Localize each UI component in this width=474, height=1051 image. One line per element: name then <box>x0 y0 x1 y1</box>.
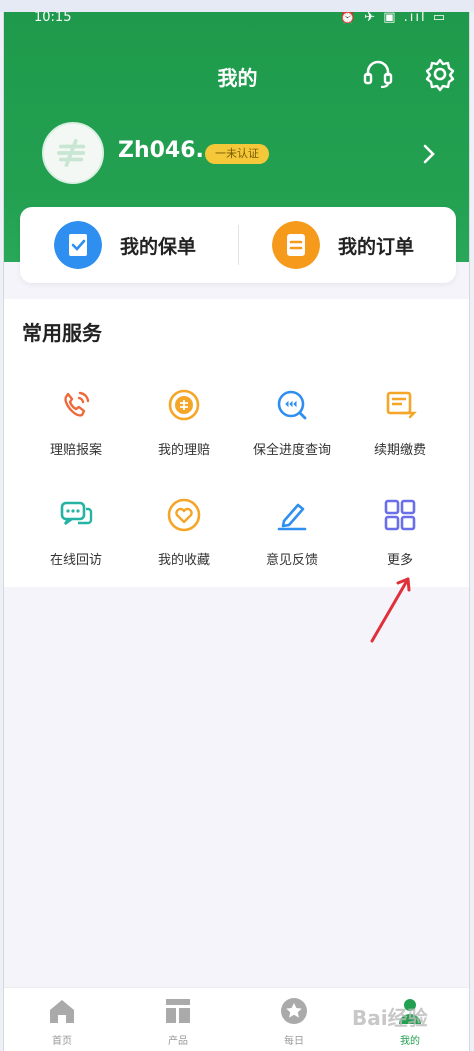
avatar[interactable] <box>42 122 104 184</box>
service-label: 更多 <box>386 553 413 568</box>
watermark: Bai经验 <box>352 1006 428 1030</box>
service-label: 我的理赔 <box>157 443 210 458</box>
tab-label: 产品 <box>168 1036 188 1047</box>
annotation-arrow <box>370 577 411 643</box>
renewal-payment-icon <box>386 391 417 419</box>
my-policy-button[interactable]: 我的保单 <box>20 207 238 283</box>
tab-label: 每日 <box>284 1036 304 1047</box>
status-bar: 10:15 ⏰ ✈ ▣ .ııl ▭ <box>4 12 469 30</box>
headset-icon[interactable] <box>360 56 396 92</box>
grid-more-icon <box>384 499 416 531</box>
service-label: 在线回访 <box>49 553 102 568</box>
service-renewal-payment[interactable]: 续期缴费 <box>342 387 458 477</box>
phone-call-icon <box>64 391 90 417</box>
gear-icon[interactable] <box>422 56 458 92</box>
service-label: 意见反馈 <box>265 553 318 568</box>
product-icon <box>166 999 190 1023</box>
claim-coin-icon <box>168 389 200 421</box>
heart-icon <box>167 498 201 532</box>
tab-product[interactable]: 产品 <box>120 988 236 1051</box>
status-icons: ⏰ ✈ ▣ .ııl ▭ <box>339 12 447 25</box>
service-label: 我的收藏 <box>157 553 210 568</box>
policy-icon <box>54 221 102 269</box>
service-my-claims[interactable]: 我的理赔 <box>126 387 242 477</box>
tab-daily[interactable]: 每日 <box>236 988 352 1051</box>
service-progress-query[interactable]: 保全进度查询 <box>234 387 350 477</box>
service-label: 续期缴费 <box>373 443 426 458</box>
avatar-logo-icon <box>57 138 86 168</box>
service-my-favorites[interactable]: 我的收藏 <box>126 497 242 587</box>
common-services-section: 常用服务 理赔报案 我的理赔 保全进度查询 续期缴费 在线回访 我的收藏 意见反… <box>4 299 469 587</box>
service-label: 保全进度查询 <box>252 443 331 458</box>
service-feedback[interactable]: 意见反馈 <box>234 497 350 587</box>
chevron-right-icon[interactable] <box>415 140 443 168</box>
pen-icon <box>277 503 307 531</box>
section-title: 常用服务 <box>22 321 102 345</box>
verification-badge[interactable]: 一未认证 <box>205 144 269 164</box>
status-time: 10:15 <box>34 12 72 25</box>
order-icon <box>272 221 320 269</box>
star-icon <box>281 998 307 1024</box>
tab-label: 首页 <box>52 1036 72 1047</box>
my-order-button[interactable]: 我的订单 <box>238 207 456 283</box>
service-claim-report[interactable]: 理赔报案 <box>18 387 134 477</box>
my-policy-label: 我的保单 <box>120 236 197 258</box>
tab-home[interactable]: 首页 <box>4 988 120 1051</box>
my-order-label: 我的订单 <box>338 236 415 258</box>
quick-links-card: 我的保单 我的订单 <box>20 207 456 283</box>
page-title: 我的 <box>217 66 258 90</box>
service-label: 理赔报案 <box>49 443 102 458</box>
home-icon <box>50 1000 74 1023</box>
chat-bubbles-icon <box>60 501 93 525</box>
progress-search-icon <box>277 390 307 420</box>
service-online-visit[interactable]: 在线回访 <box>18 497 134 587</box>
phone-screen: 10:15 ⏰ ✈ ▣ .ııl ▭ 我的 Zh046... 一未认证 我的保单… <box>3 12 470 1051</box>
top-band <box>0 0 474 12</box>
